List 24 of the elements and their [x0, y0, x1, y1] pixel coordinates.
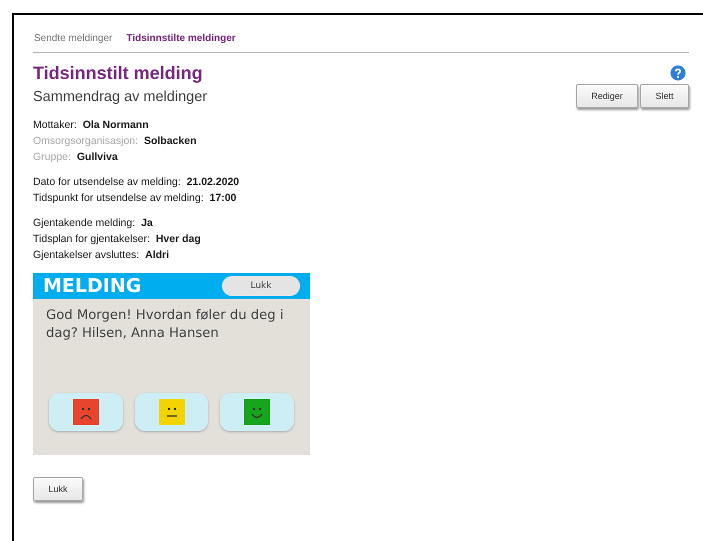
field-line: Mottaker: Ola Normann: [33, 118, 150, 133]
tab[interactable]: Sendte meldinger: [34, 33, 112, 44]
field-line: Gjentakelser avsluttes: Aldri: [33, 248, 170, 263]
mood-button[interactable]: [220, 393, 294, 431]
preview-close-button[interactable]: Lukk: [222, 276, 300, 296]
field-line: Tidsplan for gjentakelser: Hver dag: [33, 232, 202, 247]
tab[interactable]: Tidsinnstilte meldinger: [126, 33, 236, 44]
page-subtitle: Sammendrag av meldinger: [33, 89, 208, 105]
close-button[interactable]: Lukk: [33, 477, 83, 501]
mood-button[interactable]: [49, 393, 123, 431]
preview-title: MELDING: [43, 275, 142, 297]
action-button[interactable]: Rediger: [576, 84, 638, 108]
field-line: Dato for utsendelse av melding: 21.02.2020: [33, 175, 240, 190]
smiley-face-icon: [244, 399, 270, 425]
field-line: Tidspunkt for utsendelse av melding: 17:00: [33, 191, 238, 206]
action-button[interactable]: Slett: [640, 84, 689, 108]
field-line: Gruppe: Gullviva: [33, 150, 119, 165]
help-icon[interactable]: [670, 65, 686, 81]
sad-face-icon: [72, 399, 99, 425]
page-title: Tidsinnstilt melding: [33, 63, 204, 84]
field-line: Omsorgsorganisasjon: Solbacken: [33, 134, 198, 149]
field-line: Gjentakende melding: Ja: [33, 216, 154, 231]
neutral-face-icon: [158, 399, 184, 425]
message-text: God Morgen! Hvordan føler du deg i dag? Hilsen, Anna Hansen: [45, 307, 285, 343]
